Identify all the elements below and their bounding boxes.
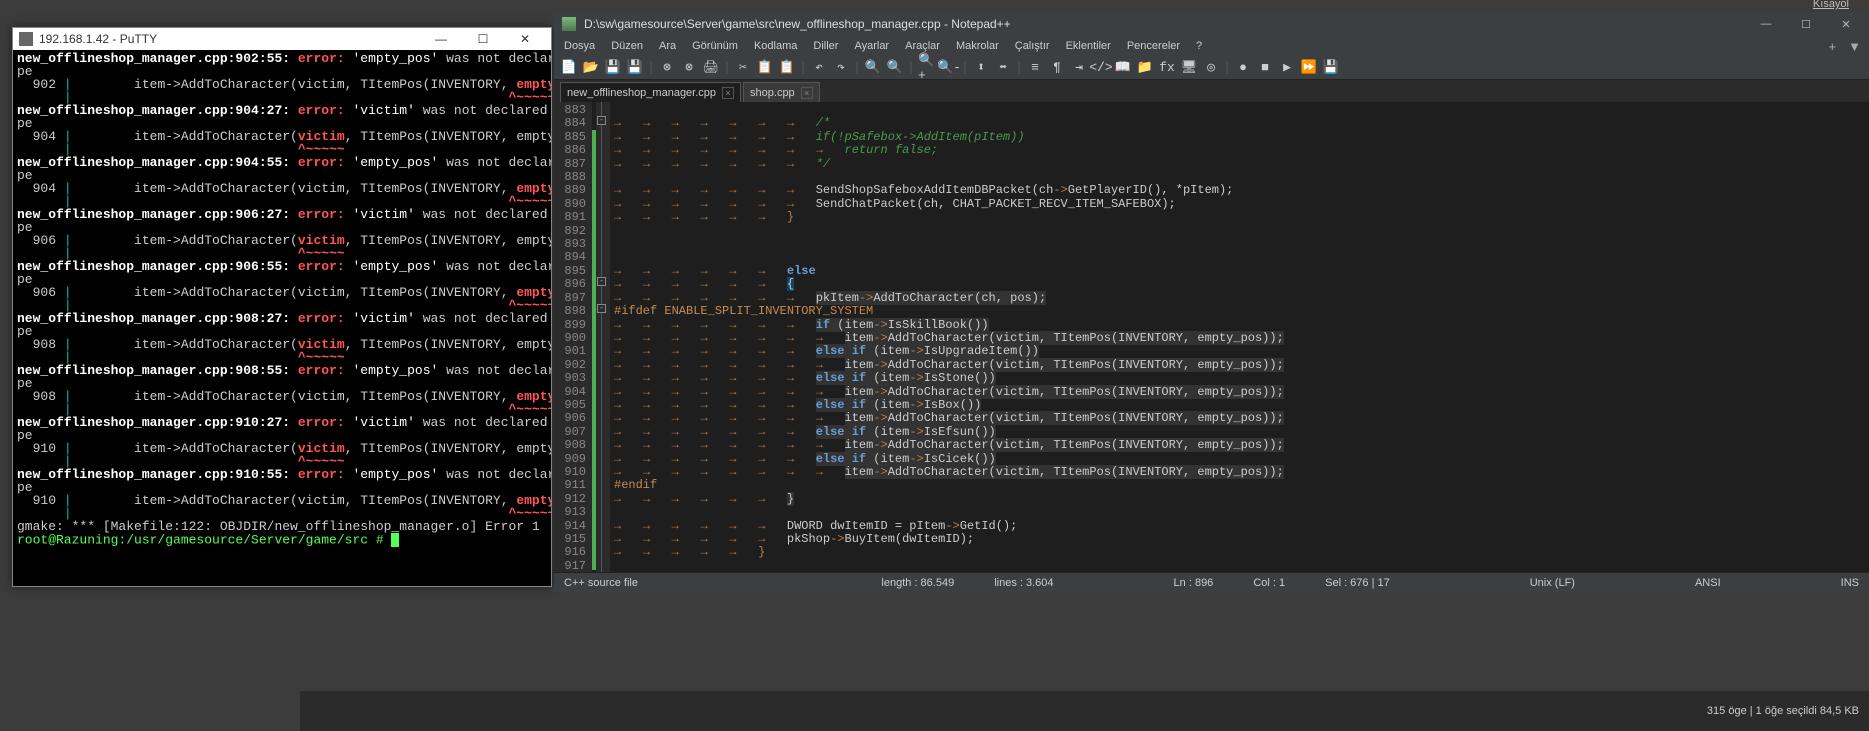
terminal-output[interactable]: new_offlineshop_manager.cpp:902:55: erro…	[13, 50, 551, 549]
fast-icon[interactable]: ⏩	[1300, 59, 1318, 77]
menu-item[interactable]: Dosya	[558, 38, 601, 54]
menu-item[interactable]: Makrolar	[950, 38, 1005, 54]
fn-icon[interactable]: fx	[1158, 59, 1176, 77]
menu-item[interactable]: Çalıştır	[1009, 38, 1056, 54]
notepadpp-window: D:\sw\gamesource\Server\game\src\new_off…	[554, 12, 1869, 592]
menu-item[interactable]: Eklentiler	[1060, 38, 1117, 54]
close-button[interactable]: ✕	[505, 30, 545, 48]
redo-icon[interactable]: ↷	[832, 59, 850, 77]
maximize-button[interactable]: ☐	[463, 30, 503, 48]
status-eol: Unix (LF)	[1530, 577, 1575, 589]
zoom-out-icon[interactable]: 🔍-	[940, 59, 958, 77]
para-icon[interactable]: ¶	[1048, 59, 1066, 77]
wrap-icon[interactable]: ≡	[1026, 59, 1044, 77]
fold-icon[interactable]: 📁	[1136, 59, 1154, 77]
save-icon[interactable]: 💾	[604, 59, 622, 77]
status-bar: C++ source file length : 86.549 lines : …	[554, 572, 1869, 592]
tab-label: shop.cpp	[750, 87, 795, 99]
taskbar[interactable]: 315 öge | 1 öğe seçildi 84,5 KB	[300, 691, 1869, 731]
status-ln: Ln : 896	[1174, 577, 1214, 589]
npp-titlebar[interactable]: D:\sw\gamesource\Server\game\src\new_off…	[554, 12, 1869, 36]
close-tab-icon[interactable]: ×	[801, 87, 813, 99]
status-lines: lines : 3.604	[994, 577, 1053, 589]
status-col: Col : 1	[1253, 577, 1285, 589]
menu-item[interactable]: Diller	[807, 38, 844, 54]
print-icon[interactable]: 🖨	[702, 59, 720, 77]
file-type: C++ source file	[564, 577, 638, 589]
tab-bar: new_offlineshop_manager.cpp × shop.cpp ×	[554, 80, 1869, 102]
status-sel: Sel : 676 | 17	[1325, 577, 1390, 589]
menu-item[interactable]: ?	[1190, 38, 1208, 54]
target-icon[interactable]: ◎	[1202, 59, 1220, 77]
menu-item[interactable]: Görünüm	[686, 38, 744, 54]
status-length: length : 86.549	[881, 577, 954, 589]
new-file-icon[interactable]: 📄	[560, 59, 578, 77]
record-icon[interactable]: ●	[1234, 59, 1252, 77]
open-file-icon[interactable]: 📂	[582, 59, 600, 77]
putty-titlebar[interactable]: 192.168.1.42 - PuTTY — ☐ ✕	[13, 28, 551, 50]
replace-icon[interactable]: 🔍	[886, 59, 904, 77]
menu-item[interactable]: Ayarlar	[848, 38, 895, 54]
tray: 315 öge | 1 öğe seçildi 84,5 KB	[1707, 705, 1859, 717]
copy-icon[interactable]: 📋	[756, 59, 774, 77]
search-icon[interactable]: 🔍	[864, 59, 882, 77]
fold-margin[interactable]: - - -	[596, 102, 610, 572]
add-icon[interactable]: +	[1825, 39, 1841, 54]
lang-icon[interactable]: </>	[1092, 59, 1110, 77]
monitor-icon[interactable]: 🖥	[1180, 59, 1198, 77]
play-icon[interactable]: ▶	[1278, 59, 1296, 77]
sync-v-icon[interactable]: ⬍	[972, 59, 990, 77]
close-tab-icon[interactable]: ×	[722, 87, 734, 99]
stop-icon[interactable]: ■	[1256, 59, 1274, 77]
fold-box-icon[interactable]: -	[597, 277, 606, 286]
zoom-in-icon[interactable]: 🔍+	[918, 59, 936, 77]
tab-label: new_offlineshop_manager.cpp	[567, 87, 716, 99]
fold-box-icon[interactable]: -	[597, 304, 606, 313]
save-all-icon[interactable]: 💾	[626, 59, 644, 77]
close-button[interactable]: ✕	[1831, 18, 1861, 31]
npp-title-text: D:\sw\gamesource\Server\game\src\new_off…	[584, 17, 1011, 31]
tab[interactable]: shop.cpp ×	[743, 82, 820, 102]
toolbar: 📄 📂 💾 💾 | ⊗ ⊗ 🖨 | ✂ 📋 📋 | ↶ ↷ | 🔍 🔍 | 🔍+…	[554, 56, 1869, 80]
close-all-icon[interactable]: ⊗	[680, 59, 698, 77]
minimize-button[interactable]: —	[1751, 18, 1781, 31]
notepadpp-icon	[562, 17, 576, 31]
menu-item[interactable]: Pencereler	[1121, 38, 1186, 54]
fold-box-icon[interactable]: -	[597, 116, 606, 125]
editor[interactable]: 883 884 885 886 887 888 889 890 891 892 …	[554, 102, 1869, 572]
shortcut-label: Kısayol	[1813, 0, 1849, 10]
save-macro-icon[interactable]: 💾	[1322, 59, 1340, 77]
close-icon[interactable]: ⊗	[658, 59, 676, 77]
code-area[interactable]: → → → → → → → /* → → → → → → → if(!pSafe…	[610, 102, 1869, 572]
tab[interactable]: new_offlineshop_manager.cpp ×	[560, 82, 741, 102]
menu-bar[interactable]: DosyaDüzenAraGörünümKodlamaDillerAyarlar…	[554, 36, 1869, 56]
cut-icon[interactable]: ✂	[734, 59, 752, 77]
menu-item[interactable]: Kodlama	[748, 38, 803, 54]
indent-icon[interactable]: ⇥	[1070, 59, 1088, 77]
status-enc: ANSI	[1695, 577, 1721, 589]
maximize-button[interactable]: ☐	[1791, 18, 1821, 31]
tray-items-text: 315 öge | 1 öğe seçildi 84,5 KB	[1707, 705, 1859, 717]
minimize-button[interactable]: —	[421, 30, 461, 48]
menu-item[interactable]: Düzen	[605, 38, 649, 54]
menu-item[interactable]: Ara	[653, 38, 682, 54]
line-numbers: 883 884 885 886 887 888 889 890 891 892 …	[554, 102, 592, 572]
paste-icon[interactable]: 📋	[778, 59, 796, 77]
putty-window: 192.168.1.42 - PuTTY — ☐ ✕ new_offlinesh…	[12, 27, 552, 587]
putty-icon	[19, 32, 33, 46]
dropdown-icon[interactable]: ▼	[1844, 39, 1865, 54]
undo-icon[interactable]: ↶	[810, 59, 828, 77]
sync-h-icon[interactable]: ⬌	[994, 59, 1012, 77]
status-mode: INS	[1841, 577, 1859, 589]
map-icon[interactable]: 📖	[1114, 59, 1132, 77]
putty-title-text: 192.168.1.42 - PuTTY	[39, 32, 157, 46]
